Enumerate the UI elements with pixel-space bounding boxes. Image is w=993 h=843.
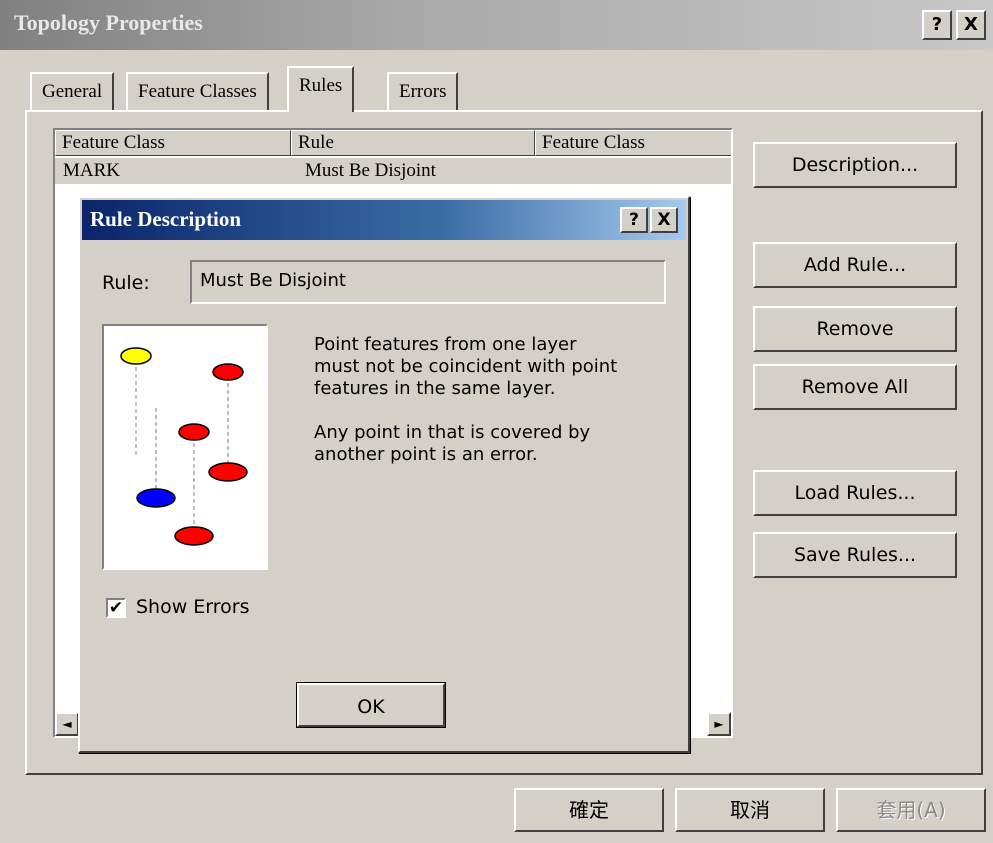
red-point-icon [178, 423, 210, 441]
dialog-ok-label: OK [297, 683, 445, 727]
red-point-icon [212, 363, 244, 381]
remove-all-button[interactable]: Remove All [753, 364, 957, 410]
dialog-help-button[interactable]: ? [620, 207, 648, 233]
tab-errors[interactable]: Errors [387, 72, 459, 110]
description-button[interactable]: Description... [753, 142, 957, 188]
scroll-right-icon[interactable]: ► [707, 712, 731, 736]
load-rules-button[interactable]: Load Rules... [753, 470, 957, 516]
red-point-icon [174, 526, 214, 546]
tab-feature-classes[interactable]: Feature Classes [126, 72, 269, 110]
dialog-close-button[interactable]: X [650, 207, 678, 233]
save-rules-button[interactable]: Save Rules... [753, 532, 957, 578]
rule-field: Must Be Disjoint [190, 260, 666, 304]
ok-button[interactable]: 確定 [514, 788, 664, 832]
dialog-titlebar: Rule Description ? X [82, 200, 686, 240]
row-rule: Must Be Disjoint [305, 160, 436, 181]
window-title: Topology Properties [14, 10, 203, 35]
apply-button[interactable]: 套用(A) [836, 788, 986, 832]
remove-button[interactable]: Remove [753, 306, 957, 352]
column-header-feature-class[interactable]: Feature Class [55, 130, 291, 156]
row-feature-class: MARK [63, 160, 121, 181]
red-point-icon [208, 462, 248, 482]
show-errors-checkbox[interactable]: ✔ [106, 598, 126, 618]
add-rule-button[interactable]: Add Rule... [753, 242, 957, 288]
rule-illustration [102, 324, 268, 570]
dialog-title: Rule Description [90, 207, 242, 231]
blue-point-icon [136, 488, 176, 508]
column-header-rule[interactable]: Rule [291, 130, 535, 156]
rule-description-dialog: Rule Description ? X Rule: Must Be Disjo… [78, 196, 690, 753]
column-header-feature-class-2[interactable]: Feature Class [535, 130, 731, 156]
tab-rules[interactable]: Rules [287, 66, 355, 112]
help-button[interactable]: ? [922, 10, 952, 40]
yellow-point-icon [120, 347, 152, 365]
window-titlebar: Topology Properties ? X [0, 0, 993, 50]
rule-label: Rule: [102, 272, 150, 294]
dialog-ok-button[interactable]: OK [296, 682, 446, 728]
tab-general[interactable]: General [30, 72, 115, 110]
scroll-left-icon[interactable]: ◄ [55, 712, 79, 736]
show-errors-label[interactable]: Show Errors [136, 596, 250, 618]
table-row[interactable]: MARK Must Be Disjoint [55, 158, 731, 184]
close-button[interactable]: X [956, 10, 986, 40]
rule-description-text: Point features from one layer must not b… [314, 334, 618, 465]
cancel-button[interactable]: 取消 [675, 788, 825, 832]
